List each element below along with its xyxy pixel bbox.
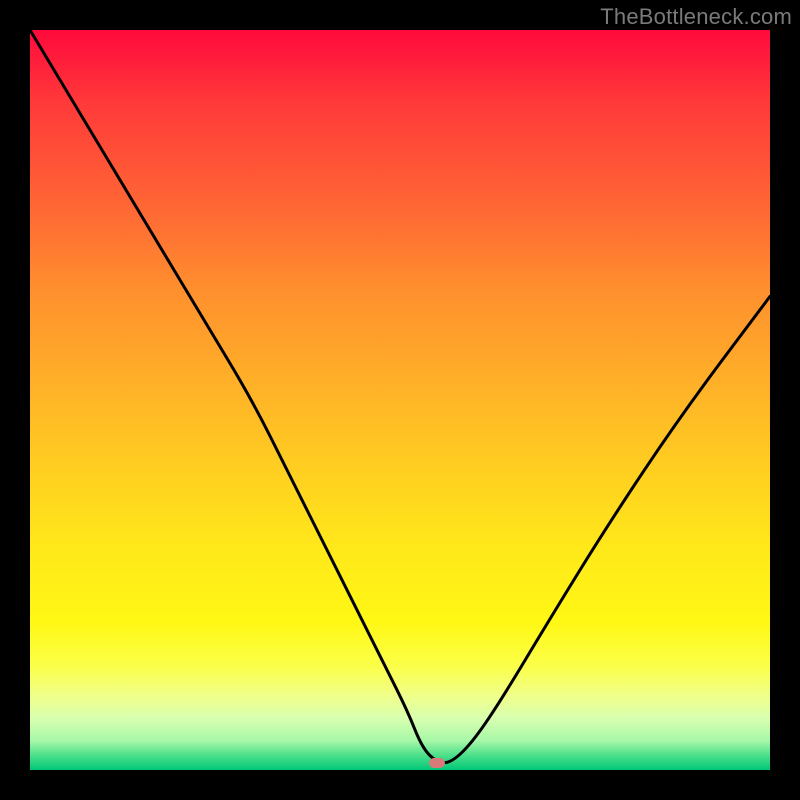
watermark-text: TheBottleneck.com [600,4,792,30]
optimum-marker [429,758,445,768]
gradient-plot-area [30,30,770,770]
bottleneck-curve [30,30,770,770]
chart-frame: TheBottleneck.com [0,0,800,800]
